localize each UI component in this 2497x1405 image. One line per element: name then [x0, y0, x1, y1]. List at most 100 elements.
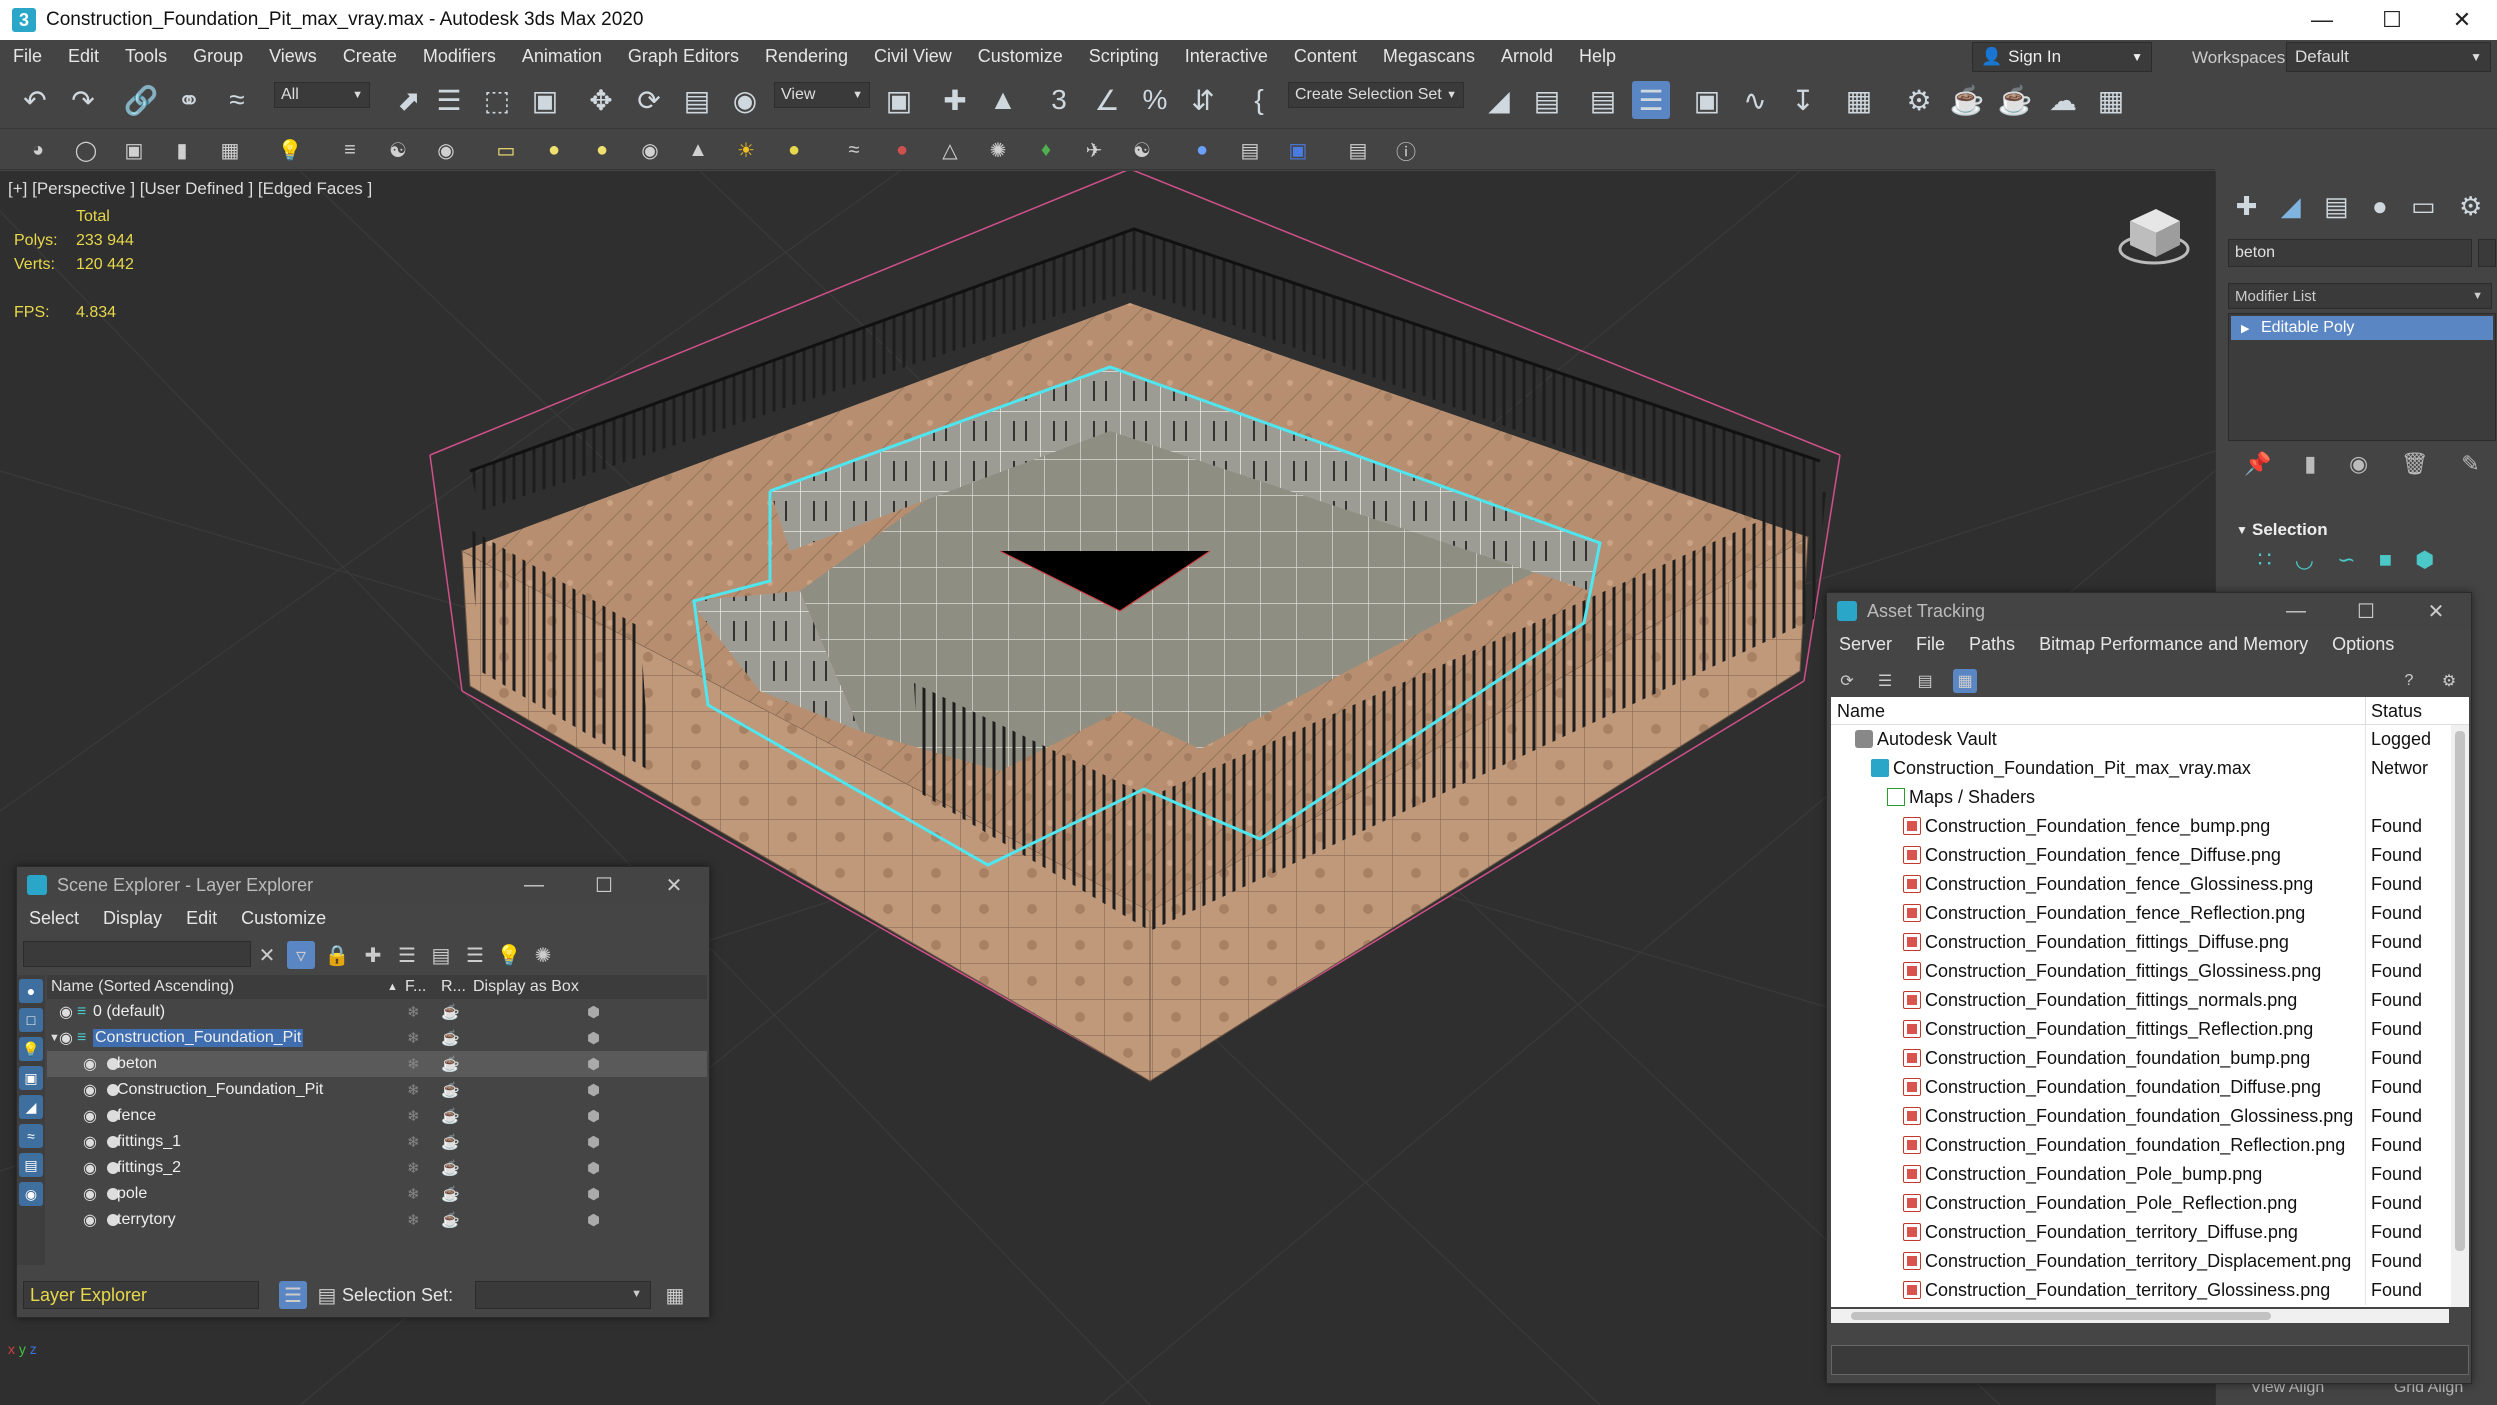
spinner-snap-icon[interactable]: ⇵ — [1184, 81, 1222, 119]
visibility-eye-icon[interactable]: ◉ — [83, 1210, 103, 1230]
list-view-icon[interactable]: ☰ — [1873, 669, 1897, 693]
pivot-icon[interactable]: ▣ — [880, 81, 918, 119]
freeze-toggle-icon[interactable]: ❄ — [407, 1003, 420, 1021]
sphere-icon[interactable]: ● — [588, 136, 616, 164]
at-menu-options[interactable]: Options — [2320, 634, 2406, 655]
menu-views[interactable]: Views — [256, 46, 330, 67]
xrefs-filter-icon[interactable]: ◉ — [19, 1182, 43, 1206]
schematic-view-icon[interactable]: ↧ — [1784, 81, 1822, 119]
pyramid-icon[interactable]: ▲ — [684, 136, 712, 164]
display-as-box-icon[interactable]: ⬢ — [587, 1211, 600, 1229]
move-icon[interactable]: ✥ — [582, 81, 620, 119]
mirror-icon[interactable]: ◢ — [1480, 81, 1518, 119]
menu-arnold[interactable]: Arnold — [1488, 46, 1566, 67]
percent-snap-icon[interactable]: % — [1136, 81, 1174, 119]
freeze-toggle-icon[interactable]: ❄ — [407, 1055, 420, 1073]
layer-explorer-icon[interactable]: ▤ — [1584, 81, 1622, 119]
cameras-filter-icon[interactable]: ▣ — [19, 1066, 43, 1090]
grid-icon[interactable]: ▦ — [216, 136, 244, 164]
render-cloud-icon[interactable]: ☁ — [2044, 81, 2082, 119]
unlink-icon[interactable]: ⚭ — [170, 81, 208, 119]
menu-rendering[interactable]: Rendering — [752, 46, 861, 67]
sort-by-layer-icon[interactable]: ☰ — [279, 1281, 307, 1309]
align-icon[interactable]: ▤ — [1528, 81, 1566, 119]
se-menu-edit[interactable]: Edit — [174, 908, 229, 929]
viewport-teapot-icon[interactable]: ◕ — [24, 136, 52, 164]
at-menu-paths[interactable]: Paths — [1957, 634, 2027, 655]
rendered-frame-icon[interactable]: ☕ — [1948, 81, 1986, 119]
lock-icon[interactable]: 🔒 — [323, 941, 351, 969]
layer-tree-row[interactable]: ◉ Construction_Foundation_Pit ❄ ☕ ⬢ — [47, 1077, 707, 1103]
show-end-result-icon[interactable]: ▮ — [2304, 451, 2316, 483]
layer-tree-row[interactable]: ◉ fence ❄ ☕ ⬢ — [47, 1103, 707, 1129]
visibility-eye-icon[interactable]: ◉ — [83, 1106, 103, 1126]
minimize-button[interactable]: — — [499, 867, 569, 903]
sign-in-dropdown[interactable]: 👤 Sign In ▼ — [1972, 42, 2152, 72]
shapes-filter-icon[interactable]: □ — [19, 1008, 43, 1032]
layer-tree-row[interactable]: ◉ fittings_2 ❄ ☕ ⬢ — [47, 1155, 707, 1181]
vfb-icon[interactable]: ▣ — [1284, 136, 1312, 164]
geometry-filter-icon[interactable]: ● — [19, 979, 43, 1003]
display-as-box-icon[interactable]: ⬢ — [587, 1107, 600, 1125]
asset-row[interactable]: Maps / Shaders — [1831, 783, 2451, 812]
menu-animation[interactable]: Animation — [509, 46, 615, 67]
column-name-header[interactable]: Name (Sorted Ascending) — [51, 978, 234, 996]
utilities-tab-icon[interactable]: ⚙ — [2459, 191, 2482, 231]
workspaces-dropdown[interactable]: Default ▼ — [2286, 42, 2491, 72]
render-toggle-icon[interactable]: ☕ — [441, 1185, 460, 1203]
scene-explorer-icon[interactable]: ☰ — [1632, 81, 1670, 119]
close-button[interactable]: ✕ — [639, 867, 709, 903]
cylinder-icon[interactable]: ▮ — [168, 136, 196, 164]
asset-row[interactable]: Construction_Foundation_fence_Reflection… — [1831, 899, 2451, 928]
select-by-name-icon[interactable]: ☰ — [430, 81, 468, 119]
layers-icon[interactable]: ☰ — [393, 941, 421, 969]
reference-coordinate-dropdown[interactable]: View ▼ — [774, 82, 870, 108]
freeze-toggle-icon[interactable]: ❄ — [407, 1107, 420, 1125]
create-selection-set-dropdown[interactable]: Create Selection Set ▼ — [1288, 82, 1464, 108]
torus-icon[interactable]: ◉ — [636, 136, 664, 164]
hierarchy-icon[interactable]: ▤ — [427, 941, 455, 969]
hair-icon[interactable]: ≈ — [840, 136, 868, 164]
freeze-toggle-icon[interactable]: ❄ — [407, 1211, 420, 1229]
bind-space-warp-icon[interactable]: ≈ — [218, 81, 256, 119]
menu-edit[interactable]: Edit — [55, 46, 112, 67]
visibility-eye-icon[interactable]: ◉ — [83, 1132, 103, 1152]
render-toggle-icon[interactable]: ☕ — [441, 1133, 460, 1151]
proxy-icon[interactable]: ● — [888, 136, 916, 164]
render-production-icon[interactable]: ☕ — [1996, 81, 2034, 119]
vertical-scrollbar[interactable] — [2451, 725, 2469, 1307]
column-render-header[interactable]: R... — [441, 978, 466, 996]
freeze-toggle-icon[interactable]: ❄ — [407, 1029, 420, 1047]
expand-arrow-icon[interactable]: ▶ — [2241, 322, 2249, 335]
layer-tree-row[interactable]: ▼ ◉ ≡ Construction_Foundation_Pit ❄ ☕ ⬢ — [47, 1025, 707, 1051]
minimize-button[interactable]: — — [2261, 593, 2331, 629]
material-ball-icon[interactable]: ● — [1188, 136, 1216, 164]
layer-tree-row[interactable]: ◉ terrytory ❄ ☕ ⬢ — [47, 1207, 707, 1233]
vertex-icon[interactable]: ∷ — [2258, 547, 2272, 577]
help-icon[interactable]: ? — [2397, 669, 2421, 693]
column-box-header[interactable]: Display as Box — [473, 978, 579, 996]
clear-search-icon[interactable]: ✕ — [253, 941, 281, 969]
render-grid-icon[interactable]: ▦ — [2092, 81, 2130, 119]
element-icon[interactable]: ⬢ — [2415, 547, 2434, 577]
menu-customize[interactable]: Customize — [965, 46, 1076, 67]
scrollbar-thumb[interactable] — [2455, 731, 2465, 1251]
helpers-filter-icon[interactable]: ◢ — [19, 1095, 43, 1119]
redo-icon[interactable]: ↷ — [64, 81, 102, 119]
freeze-toggle-icon[interactable]: ❄ — [407, 1159, 420, 1177]
asset-row[interactable]: Construction_Foundation_Pit_max_vray.max… — [1831, 754, 2451, 783]
layer-tree-row[interactable]: ◉ beton ❄ ☕ ⬢ — [47, 1051, 707, 1077]
close-button[interactable]: ✕ — [2427, 0, 2497, 40]
modifier-list-dropdown[interactable]: Modifier List ▼ — [2228, 283, 2492, 309]
freeze-toggle-icon[interactable]: ❄ — [407, 1185, 420, 1203]
menu-interactive[interactable]: Interactive — [1172, 46, 1281, 67]
toon-icon[interactable]: ☯ — [1128, 136, 1156, 164]
asset-path-field[interactable] — [1831, 1345, 2469, 1375]
render-toggle-icon[interactable]: ☕ — [441, 1081, 460, 1099]
asset-row[interactable]: Construction_Foundation_Pole_bump.png Fou… — [1831, 1160, 2451, 1189]
asset-row[interactable]: Construction_Foundation_foundation_Gloss… — [1831, 1102, 2451, 1131]
column-name-header[interactable]: Name — [1837, 701, 1885, 722]
display-as-box-icon[interactable]: ⬢ — [587, 1081, 600, 1099]
snap-3d-icon[interactable]: 3 — [1040, 81, 1078, 119]
asset-row[interactable]: Construction_Foundation_fittings_Diffuse… — [1831, 928, 2451, 957]
